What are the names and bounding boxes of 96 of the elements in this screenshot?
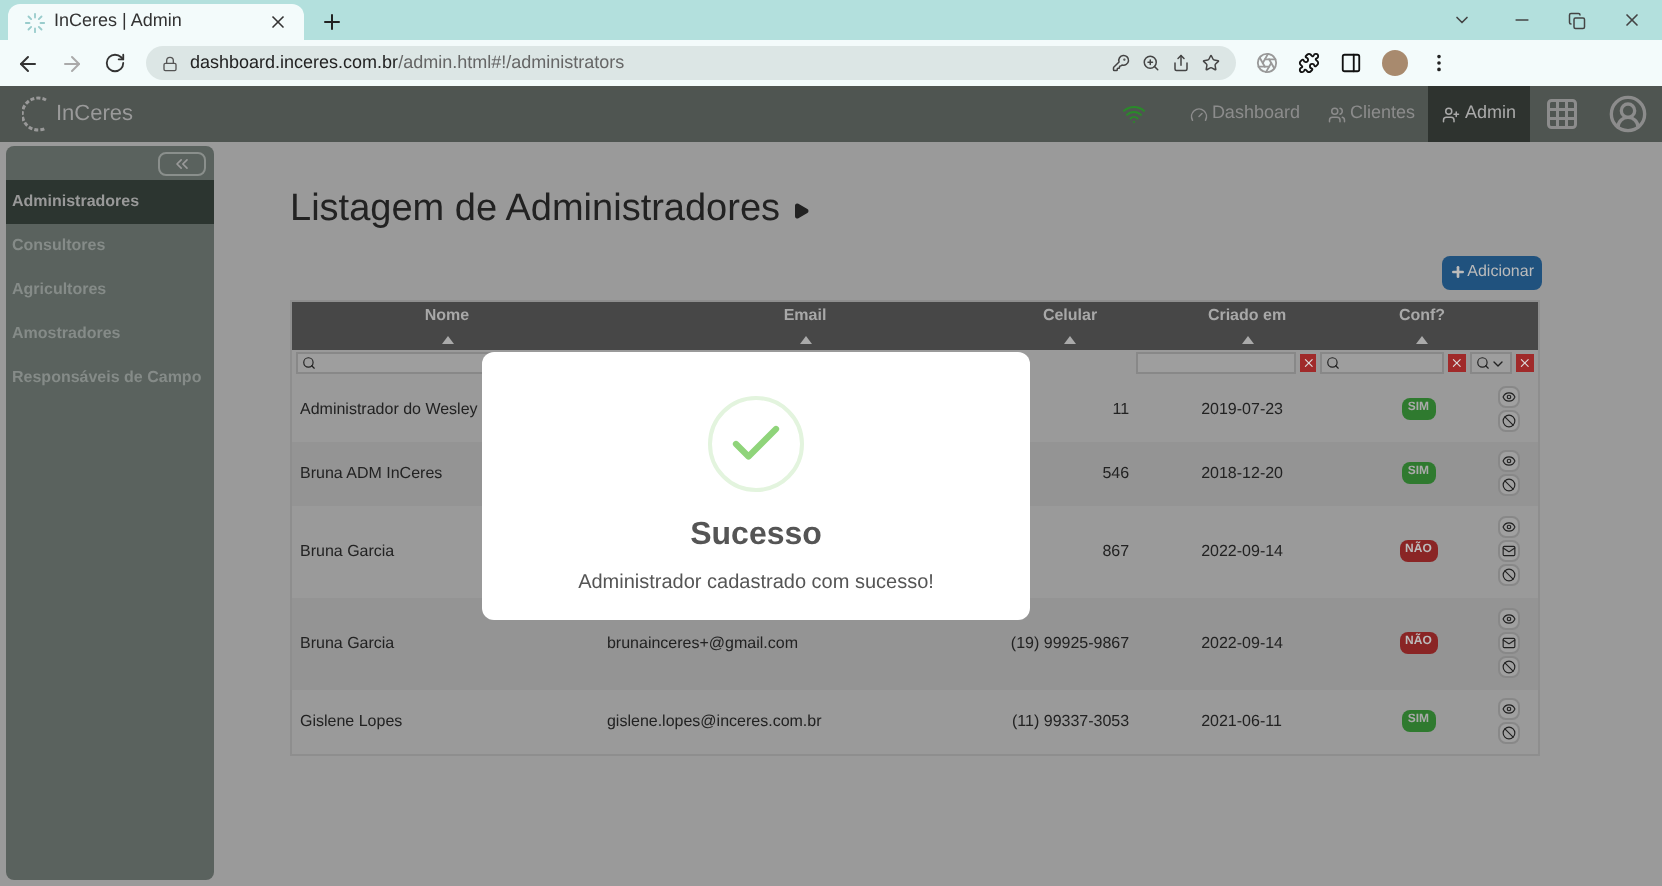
eye-icon	[1501, 702, 1516, 716]
table-cell: gislene.lopes@inceres.com.br	[606, 711, 822, 729]
caret-icon	[792, 201, 811, 220]
clear-filter-icon[interactable]	[1299, 354, 1317, 372]
view-button[interactable]	[1497, 450, 1520, 472]
table-cell: 2022-09-14	[1201, 633, 1283, 651]
view-button[interactable]	[1497, 698, 1520, 720]
filter-field[interactable]	[1136, 352, 1296, 374]
column-header[interactable]: Celular	[1008, 303, 1132, 327]
sort-icon[interactable]	[1064, 335, 1076, 343]
page-title: Listagem de Administradores	[290, 186, 781, 234]
key-icon[interactable]	[1112, 54, 1130, 72]
extension-icon[interactable]	[1256, 52, 1278, 74]
table-cell: 867	[1102, 539, 1130, 563]
reload-icon[interactable]	[104, 52, 126, 74]
table-cell: Bruna ADM InCeres	[300, 463, 443, 481]
block-button[interactable]	[1497, 410, 1520, 432]
block-icon	[1501, 414, 1516, 428]
star-icon[interactable]	[1202, 54, 1220, 72]
nav-item[interactable]: Admin	[1428, 86, 1530, 142]
table-cell: Bruna Garcia	[300, 633, 395, 651]
share-icon[interactable]	[1172, 54, 1190, 72]
table-cell: 546	[1102, 461, 1130, 485]
table-cell: (11) 99337-3053	[1012, 709, 1130, 733]
table-cell: Gislene Lopes	[300, 711, 403, 729]
lock-icon	[162, 55, 178, 71]
sort-icon[interactable]	[441, 335, 453, 343]
clear-filter-icon[interactable]	[1448, 354, 1467, 372]
block-button[interactable]	[1497, 474, 1520, 496]
sidebar-item[interactable]: Administradores	[6, 180, 214, 224]
view-button[interactable]	[1497, 386, 1520, 408]
view-button[interactable]	[1497, 516, 1520, 538]
eye-icon	[1501, 612, 1516, 626]
modal-title: Sucesso	[690, 516, 822, 556]
chevrons-left-icon	[172, 154, 192, 174]
search-icon	[1476, 356, 1491, 370]
modal-message: Administrador cadastrado com sucesso!	[578, 570, 934, 598]
view-button[interactable]	[1497, 608, 1520, 630]
search-icon	[1326, 356, 1341, 370]
column-header[interactable]: Criado em	[1132, 303, 1362, 327]
table-cell: 2021-06-11	[1201, 711, 1282, 729]
filter-select[interactable]	[1470, 352, 1513, 374]
close-window-icon[interactable]	[1622, 10, 1642, 30]
table-cell: 2022-09-14	[1201, 541, 1283, 559]
success-check-icon	[708, 396, 804, 492]
sort-icon[interactable]	[1241, 335, 1253, 343]
block-icon	[1501, 660, 1516, 674]
close-icon[interactable]	[268, 12, 288, 32]
table-cell: 2019-07-23	[1201, 399, 1283, 417]
table-cell: 2018-12-20	[1201, 463, 1283, 481]
block-icon	[1501, 726, 1516, 740]
user-plus-icon	[1442, 105, 1461, 123]
tab-title: InCeres | Admin	[54, 8, 184, 35]
block-button[interactable]	[1497, 564, 1520, 586]
eye-icon	[1501, 454, 1516, 468]
table-cell: Administrador do Wesley	[300, 399, 478, 417]
eye-icon	[1501, 520, 1516, 534]
nav-item[interactable]: Dashboard	[1175, 86, 1314, 142]
filter-field[interactable]	[1320, 352, 1445, 374]
profile-avatar[interactable]	[1382, 50, 1408, 76]
address-bar[interactable]: dashboard.inceres.com.br/admin.html#!/administrators	[146, 46, 1236, 80]
sort-icon[interactable]	[799, 335, 811, 343]
clear-filter-icon[interactable]	[1516, 354, 1535, 372]
column-header[interactable]: Nome	[292, 303, 602, 327]
block-icon	[1501, 568, 1516, 582]
mail-button[interactable]	[1497, 632, 1520, 654]
column-header[interactable]: Conf?	[1362, 303, 1482, 327]
table-cell: Bruna Garcia	[300, 541, 395, 559]
column-header[interactable]: Email	[602, 303, 1008, 327]
zoom-icon[interactable]	[1142, 54, 1160, 72]
new-tab-icon[interactable]	[320, 10, 344, 34]
search-icon	[302, 356, 316, 370]
table-cell: 11	[1112, 397, 1130, 421]
logo-text: InCeres	[56, 99, 134, 130]
side-panel-icon[interactable]	[1340, 52, 1362, 74]
mail-icon	[1501, 636, 1516, 650]
block-icon	[1501, 478, 1516, 492]
url-text: dashboard.inceres.com.br/admin.html#!/administrators	[190, 49, 625, 76]
plus-icon	[1449, 264, 1466, 280]
puzzle-icon[interactable]	[1298, 52, 1320, 74]
add-button[interactable]: Adicionar	[1441, 255, 1542, 289]
restore-icon[interactable]	[1568, 12, 1586, 30]
back-icon[interactable]	[16, 51, 40, 75]
gauge-icon	[1189, 105, 1208, 123]
sort-icon[interactable]	[1416, 335, 1428, 343]
mail-icon	[1501, 544, 1516, 558]
eye-icon	[1501, 390, 1516, 404]
users-icon	[1327, 105, 1346, 123]
block-button[interactable]	[1497, 656, 1520, 678]
nav-item[interactable]: Clientes	[1313, 86, 1429, 142]
browser-tab[interactable]: InCeres | Admin	[8, 4, 304, 40]
loading-icon	[24, 11, 46, 33]
table-cell: (19) 99925-9867	[1010, 631, 1130, 655]
mail-button[interactable]	[1497, 540, 1520, 562]
block-button[interactable]	[1497, 722, 1520, 744]
table-cell: brunainceres+@gmail.com	[606, 633, 798, 651]
